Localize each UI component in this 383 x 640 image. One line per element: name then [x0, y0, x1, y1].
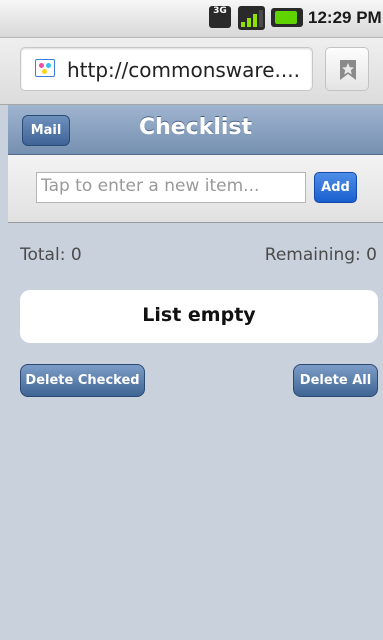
total-count: Total: 0 — [20, 245, 82, 265]
empty-list-message: List empty — [142, 304, 256, 326]
remaining-count: Remaining: 0 — [264, 245, 377, 265]
app-header: Mail Checklist — [8, 105, 383, 155]
site-favicon-icon — [35, 59, 55, 77]
url-field[interactable]: http://commonsware.... — [20, 47, 313, 91]
new-item-bar: Tap to enter a new item... Add — [8, 155, 383, 223]
bookmark-button[interactable] — [325, 47, 369, 91]
add-button[interactable]: Add — [314, 172, 357, 203]
checklist: List empty — [20, 290, 378, 343]
network-3g-icon: 3G — [209, 6, 231, 28]
star-bookmark-icon — [340, 60, 356, 80]
delete-checked-button[interactable]: Delete Checked — [20, 364, 145, 397]
clock: 12:29 PM — [308, 8, 382, 27]
new-item-input[interactable]: Tap to enter a new item... — [36, 172, 306, 203]
status-bar: 3G 12:29 PM — [0, 0, 383, 38]
url-text: http://commonsware.... — [67, 58, 300, 82]
browser-url-bar: http://commonsware.... — [0, 38, 383, 105]
delete-all-button[interactable]: Delete All — [293, 364, 378, 397]
battery-charging-icon — [271, 8, 303, 27]
signal-strength-icon — [238, 6, 265, 30]
page-title: Checklist — [138, 115, 253, 140]
